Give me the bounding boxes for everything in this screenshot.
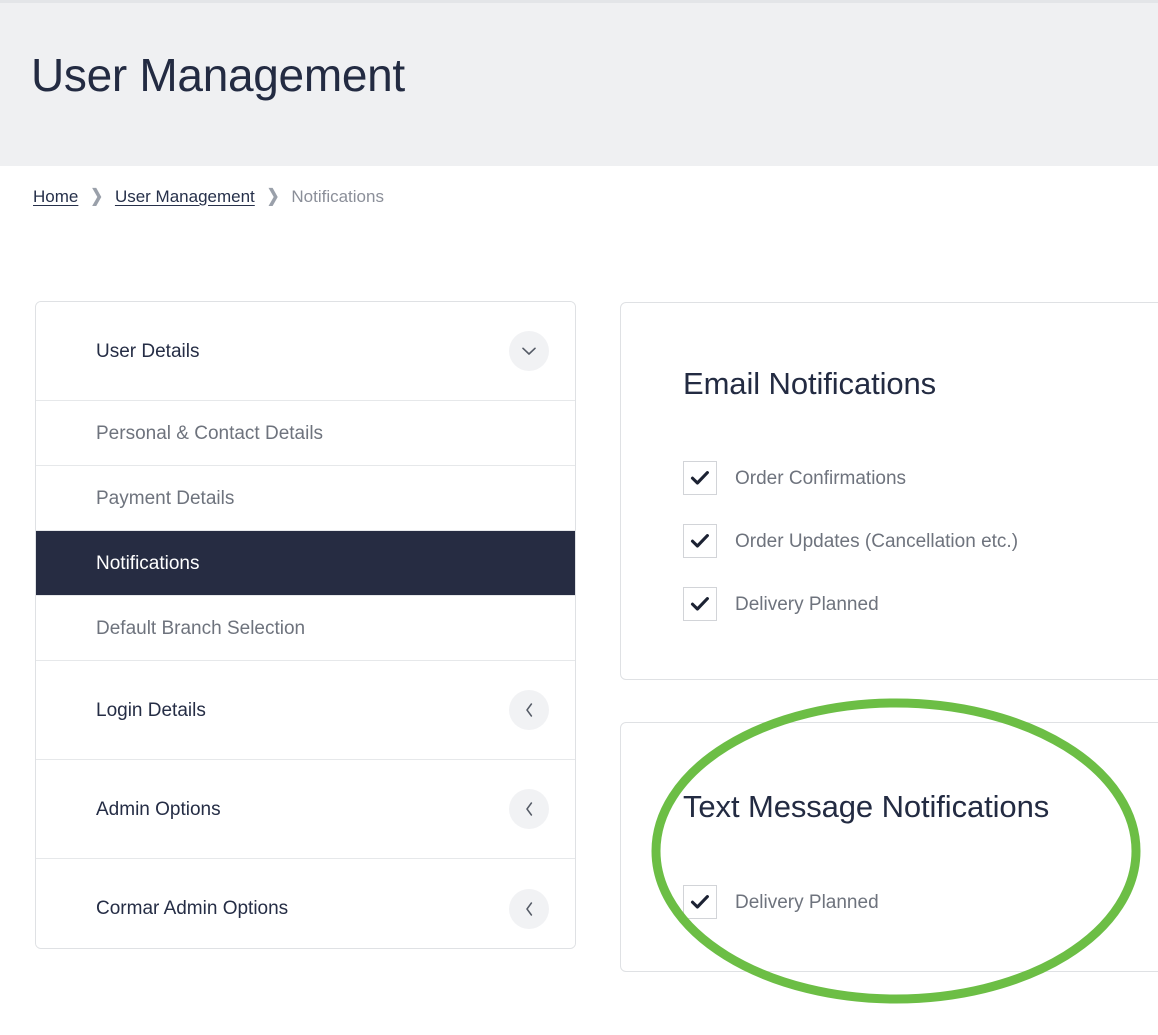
checkbox-checked-icon[interactable] [683,524,717,558]
checkbox-label: Order Confirmations [735,469,906,488]
chevron-down-icon[interactable] [509,331,549,371]
sidebar-item-label: Notifications [96,554,200,573]
chevron-left-icon[interactable] [509,690,549,730]
sidebar-item-label: Login Details [96,701,206,720]
sidebar-item-label: Personal & Contact Details [96,424,323,443]
checkbox-checked-icon[interactable] [683,885,717,919]
sidebar-item-default-branch-selection[interactable]: Default Branch Selection [36,596,575,661]
text-message-notifications-title: Text Message Notifications [683,791,1049,822]
sidebar-item-payment-details[interactable]: Payment Details [36,466,575,531]
page-header: User Management [0,0,1158,166]
sidebar-item-personal-contact-details[interactable]: Personal & Contact Details [36,401,575,466]
sidebar-item-cormar-admin-options[interactable]: Cormar Admin Options [36,859,575,949]
sidebar-item-login-details[interactable]: Login Details [36,661,575,760]
breadcrumb-item-user-management[interactable]: User Management [115,188,255,205]
checkbox-row-order-updates[interactable]: Order Updates (Cancellation etc.) [683,524,1018,558]
breadcrumb-separator-icon: ❯ [267,188,280,205]
checkbox-label: Order Updates (Cancellation etc.) [735,532,1018,551]
chevron-left-icon[interactable] [509,889,549,929]
breadcrumb-item-home[interactable]: Home [33,188,78,205]
checkbox-checked-icon[interactable] [683,587,717,621]
checkbox-label: Delivery Planned [735,595,879,614]
email-notifications-options: Order Confirmations Order Updates (Cance… [683,461,1018,621]
text-message-notifications-panel: Text Message Notifications Delivery Plan… [620,722,1158,972]
sidebar-item-label: Admin Options [96,800,221,819]
sidebar-item-label: Default Branch Selection [96,619,305,638]
sidebar-item-label: User Details [96,342,199,361]
sidebar-item-notifications[interactable]: Notifications [36,531,575,596]
checkbox-row-sms-delivery-planned[interactable]: Delivery Planned [683,885,879,919]
sidebar-item-label: Cormar Admin Options [96,899,288,918]
email-notifications-panel: Email Notifications Order Confirmations … [620,302,1158,680]
breadcrumb-separator-icon: ❯ [90,188,103,205]
checkbox-row-delivery-planned[interactable]: Delivery Planned [683,587,1018,621]
sidebar-item-admin-options[interactable]: Admin Options [36,760,575,859]
breadcrumb: Home ❯ User Management ❯ Notifications [33,188,384,205]
page-title: User Management [31,50,405,101]
text-message-notifications-options: Delivery Planned [683,885,879,919]
email-notifications-title: Email Notifications [683,368,936,399]
sidebar-item-user-details[interactable]: User Details [36,302,575,401]
checkbox-row-order-confirmations[interactable]: Order Confirmations [683,461,1018,495]
sidebar-item-label: Payment Details [96,489,234,508]
chevron-left-icon[interactable] [509,789,549,829]
breadcrumb-item-notifications: Notifications [291,188,384,205]
checkbox-label: Delivery Planned [735,893,879,912]
sidebar-nav: User Details Personal & Contact Details … [35,301,576,949]
checkbox-checked-icon[interactable] [683,461,717,495]
